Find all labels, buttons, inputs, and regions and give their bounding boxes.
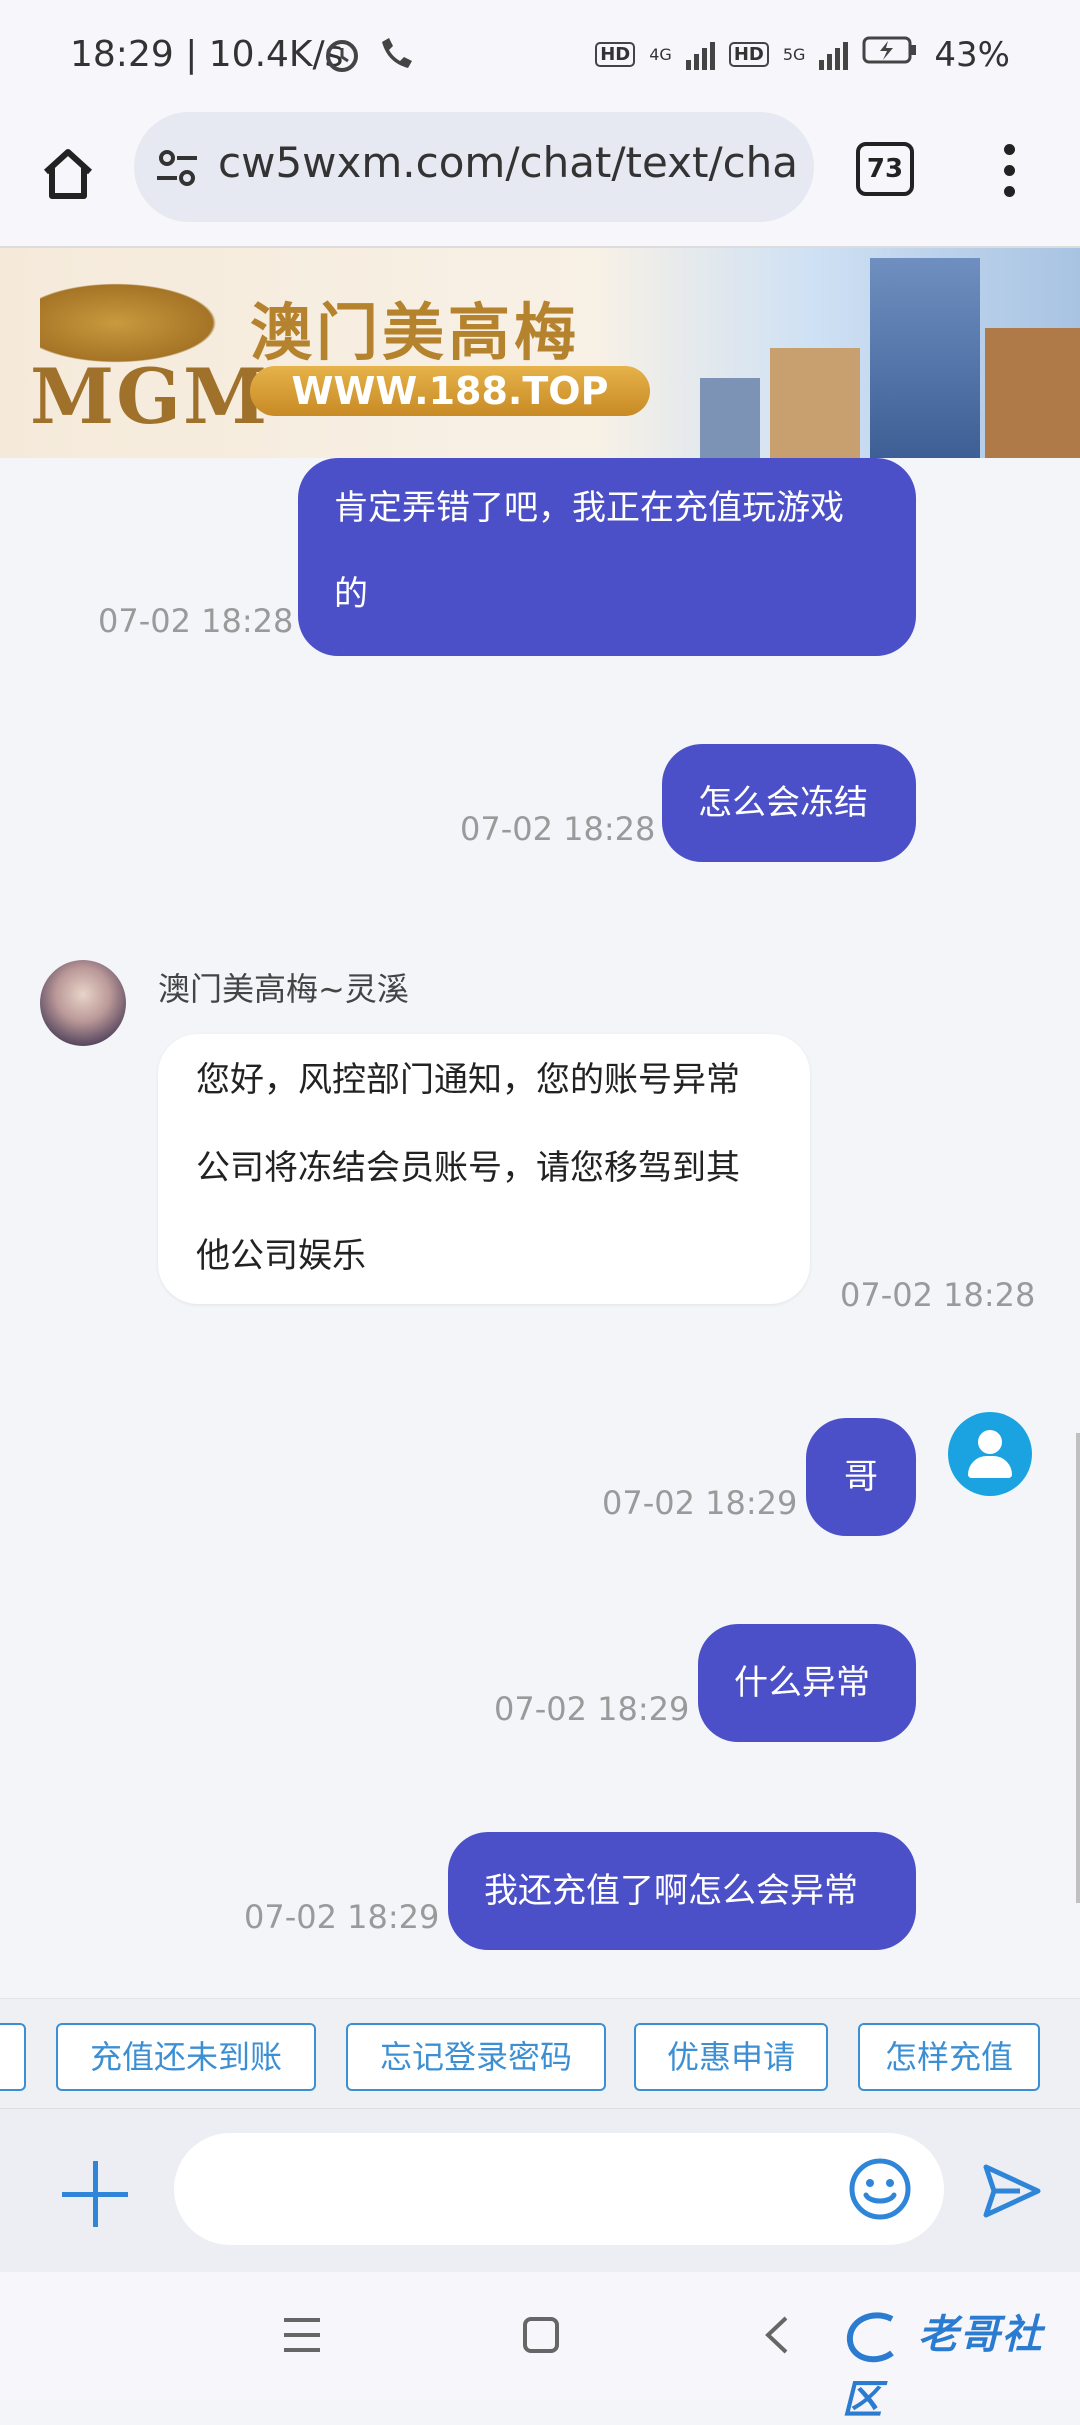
quick-reply-button[interactable]: 优惠申请 <box>634 2023 828 2091</box>
signal-icon <box>685 40 715 70</box>
building-graphic <box>700 378 760 458</box>
quick-replies-bar: 充值还未到账 忘记登录密码 优惠申请 怎样充值 <box>0 1998 1080 2109</box>
agent-avatar[interactable] <box>40 960 126 1046</box>
tabs-button[interactable]: 73 <box>856 142 914 196</box>
battery-percent: 43% <box>934 34 1010 75</box>
message-timestamp: 07-02 18:28 <box>460 810 656 848</box>
message-text: 公司将冻结会员账号，请您移驾到其 <box>196 1148 740 1188</box>
banner-brand-cn: 澳门美高梅 <box>250 296 581 369</box>
signal-icon <box>819 40 849 70</box>
message-timestamp: 07-02 18:29 <box>244 1898 440 1936</box>
dragon-logo-icon <box>846 2312 894 2363</box>
message-text: 什么异常 <box>734 1663 870 1703</box>
chat-area[interactable]: 肯定弄错了吧，我正在充值玩游戏 的 07-02 18:28 怎么会冻结 07-0… <box>0 458 1080 1998</box>
user-avatar-body <box>968 1456 1012 1478</box>
message-timestamp: 07-02 18:28 <box>98 602 294 640</box>
message-bubble-out: 哥 <box>806 1418 916 1536</box>
alarm-icon <box>322 34 362 78</box>
site-settings-icon[interactable] <box>155 148 199 192</box>
message-text: 我还充值了啊怎么会异常 <box>484 1871 858 1911</box>
hd-badge-icon: HD <box>595 42 636 67</box>
watermark-logo: 老哥社区 <box>842 2302 1080 2425</box>
address-bar[interactable]: cw5wxm.com/chat/text/chat <box>134 112 814 222</box>
quick-reply-partial[interactable] <box>0 2023 26 2091</box>
net-label-2: 5G <box>782 45 806 64</box>
message-bubble-out: 我还充值了啊怎么会异常 <box>448 1832 916 1950</box>
quick-reply-button[interactable]: 充值还未到账 <box>56 2023 316 2091</box>
message-timestamp: 07-02 18:29 <box>494 1690 690 1728</box>
ad-banner[interactable]: MGM 澳门美高梅 WWW.188.TOP <box>0 248 1080 458</box>
quick-reply-button[interactable]: 忘记登录密码 <box>346 2023 606 2091</box>
message-bubble-out: 什么异常 <box>698 1624 916 1742</box>
input-bar <box>0 2108 1080 2273</box>
message-timestamp: 07-02 18:29 <box>602 1484 798 1522</box>
building-graphic <box>985 328 1080 458</box>
nav-home-icon[interactable] <box>522 2316 560 2358</box>
call-forward-icon <box>376 36 416 78</box>
agent-name: 澳门美高梅~灵溪 <box>158 970 409 1008</box>
message-text: 哥 <box>844 1457 878 1497</box>
message-text: 他公司娱乐 <box>196 1236 366 1276</box>
url-text[interactable]: cw5wxm.com/chat/text/chat <box>218 138 798 187</box>
user-avatar[interactable] <box>948 1412 1032 1496</box>
nav-menu-icon[interactable] <box>282 2316 322 2358</box>
nav-back-icon[interactable] <box>762 2314 792 2360</box>
emoji-icon[interactable] <box>848 2157 912 2221</box>
building-graphic <box>870 258 980 458</box>
status-bar: 18:29 | 10.4K/s HD 4G HD 5G 43% <box>0 0 1080 112</box>
status-right: HD 4G HD 5G 43% <box>595 34 1010 75</box>
message-input[interactable] <box>174 2133 944 2245</box>
quick-reply-button[interactable]: 怎样充值 <box>858 2023 1040 2091</box>
system-nav-bar: 老哥社区 <box>0 2272 1080 2423</box>
hd-badge-icon: HD <box>728 42 769 67</box>
message-timestamp: 07-02 18:28 <box>840 1276 1036 1314</box>
scrollbar-thumb[interactable] <box>1076 1433 1080 1903</box>
message-bubble-in: 您好，风控部门通知，您的账号异常 公司将冻结会员账号，请您移驾到其 他公司娱乐 <box>158 1034 810 1304</box>
plus-icon[interactable] <box>62 2161 128 2227</box>
browser-toolbar: cw5wxm.com/chat/text/chat 73 <box>0 112 1080 248</box>
banner-website: WWW.188.TOP <box>250 366 650 416</box>
more-menu-icon[interactable] <box>1004 144 1018 207</box>
building-graphic <box>770 348 860 458</box>
message-bubble-out: 肯定弄错了吧，我正在充值玩游戏 的 <box>298 458 916 656</box>
banner-brand-en: MGM <box>30 352 270 441</box>
net-label-1: 4G <box>649 45 672 64</box>
battery-icon <box>862 34 920 75</box>
message-text: 的 <box>334 574 368 614</box>
status-time-speed: 18:29 | 10.4K/s <box>70 34 344 75</box>
message-text: 怎么会冻结 <box>698 783 868 823</box>
message-text: 肯定弄错了吧，我正在充值玩游戏 <box>334 488 844 528</box>
send-icon[interactable] <box>980 2159 1044 2223</box>
user-avatar-head <box>978 1430 1002 1454</box>
message-text: 您好，风控部门通知，您的账号异常 <box>196 1060 740 1100</box>
message-bubble-out: 怎么会冻结 <box>662 744 916 862</box>
home-icon[interactable] <box>36 142 100 206</box>
